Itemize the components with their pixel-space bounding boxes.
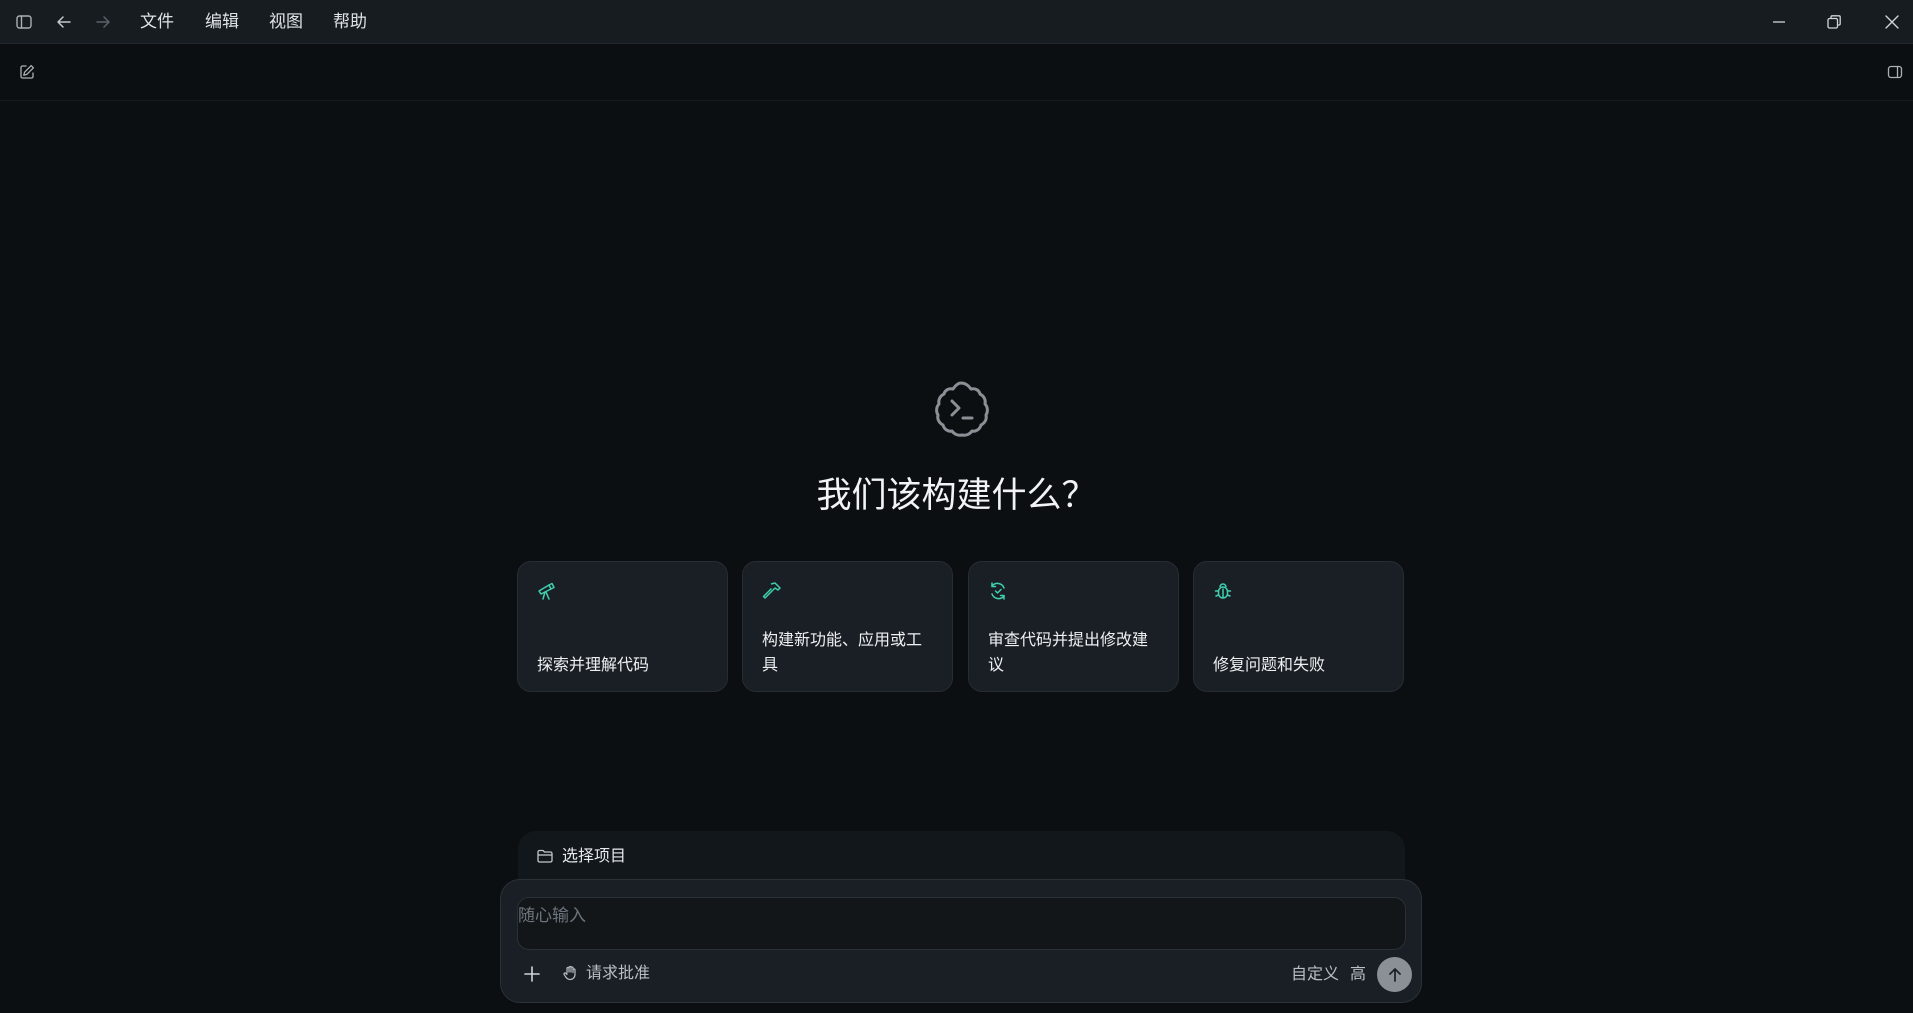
bug-icon	[1212, 580, 1234, 602]
prompt-input-box[interactable]	[517, 897, 1406, 950]
custom-label[interactable]: 自定义	[1291, 963, 1339, 985]
card-label: 构建新功能、应用或工具	[762, 630, 923, 674]
send-button[interactable]	[1377, 957, 1412, 992]
approval-label: 请求批准	[586, 963, 651, 982]
approval-button[interactable]: 请求批准	[561, 962, 661, 986]
menu-view[interactable]: 视图	[269, 10, 303, 34]
suggestion-card-fix[interactable]: 修复问题和失败	[1193, 561, 1404, 692]
arrow-right-icon[interactable]	[89, 8, 117, 36]
menu-file[interactable]: 文件	[140, 10, 174, 34]
top-toolbar	[0, 44, 1913, 101]
plus-icon[interactable]	[521, 963, 543, 985]
sidebar-toggle-icon[interactable]	[10, 8, 38, 36]
suggestion-card-review[interactable]: 审查代码并提出修改建议	[968, 561, 1179, 692]
minimize-icon[interactable]	[1765, 8, 1793, 36]
menu-help[interactable]: 帮助	[333, 10, 367, 34]
reasoning-level[interactable]: 高	[1350, 963, 1366, 985]
project-label: 选择项目	[562, 846, 627, 865]
card-label: 审查代码并提出修改建议	[988, 630, 1149, 674]
title-bar: 文件 编辑 视图 帮助	[0, 0, 1913, 44]
hammer-icon	[761, 580, 783, 602]
hand-icon	[561, 964, 579, 982]
prompt-input[interactable]	[518, 898, 1405, 934]
card-label: 探索并理解代码	[537, 655, 650, 674]
telescope-icon	[536, 580, 558, 602]
suggestion-card-explore[interactable]: 探索并理解代码	[517, 561, 728, 692]
composer: 请求批准 自定义 高	[500, 879, 1422, 1003]
arrow-up-icon	[1386, 966, 1404, 984]
panel-icon[interactable]	[1881, 58, 1909, 86]
menu-edit[interactable]: 编辑	[205, 10, 239, 34]
folder-icon	[536, 847, 554, 865]
restore-icon[interactable]	[1820, 8, 1848, 36]
edit-icon[interactable]	[13, 58, 41, 86]
terminal-cloud-icon	[930, 378, 992, 440]
card-label: 修复问题和失败	[1213, 655, 1326, 674]
close-icon[interactable]	[1878, 8, 1906, 36]
page-title: 我们该构建什么？	[816, 476, 1097, 516]
arrow-left-icon[interactable]	[50, 8, 78, 36]
suggestion-card-build[interactable]: 构建新功能、应用或工具	[742, 561, 953, 692]
refresh-check-icon	[987, 580, 1009, 602]
